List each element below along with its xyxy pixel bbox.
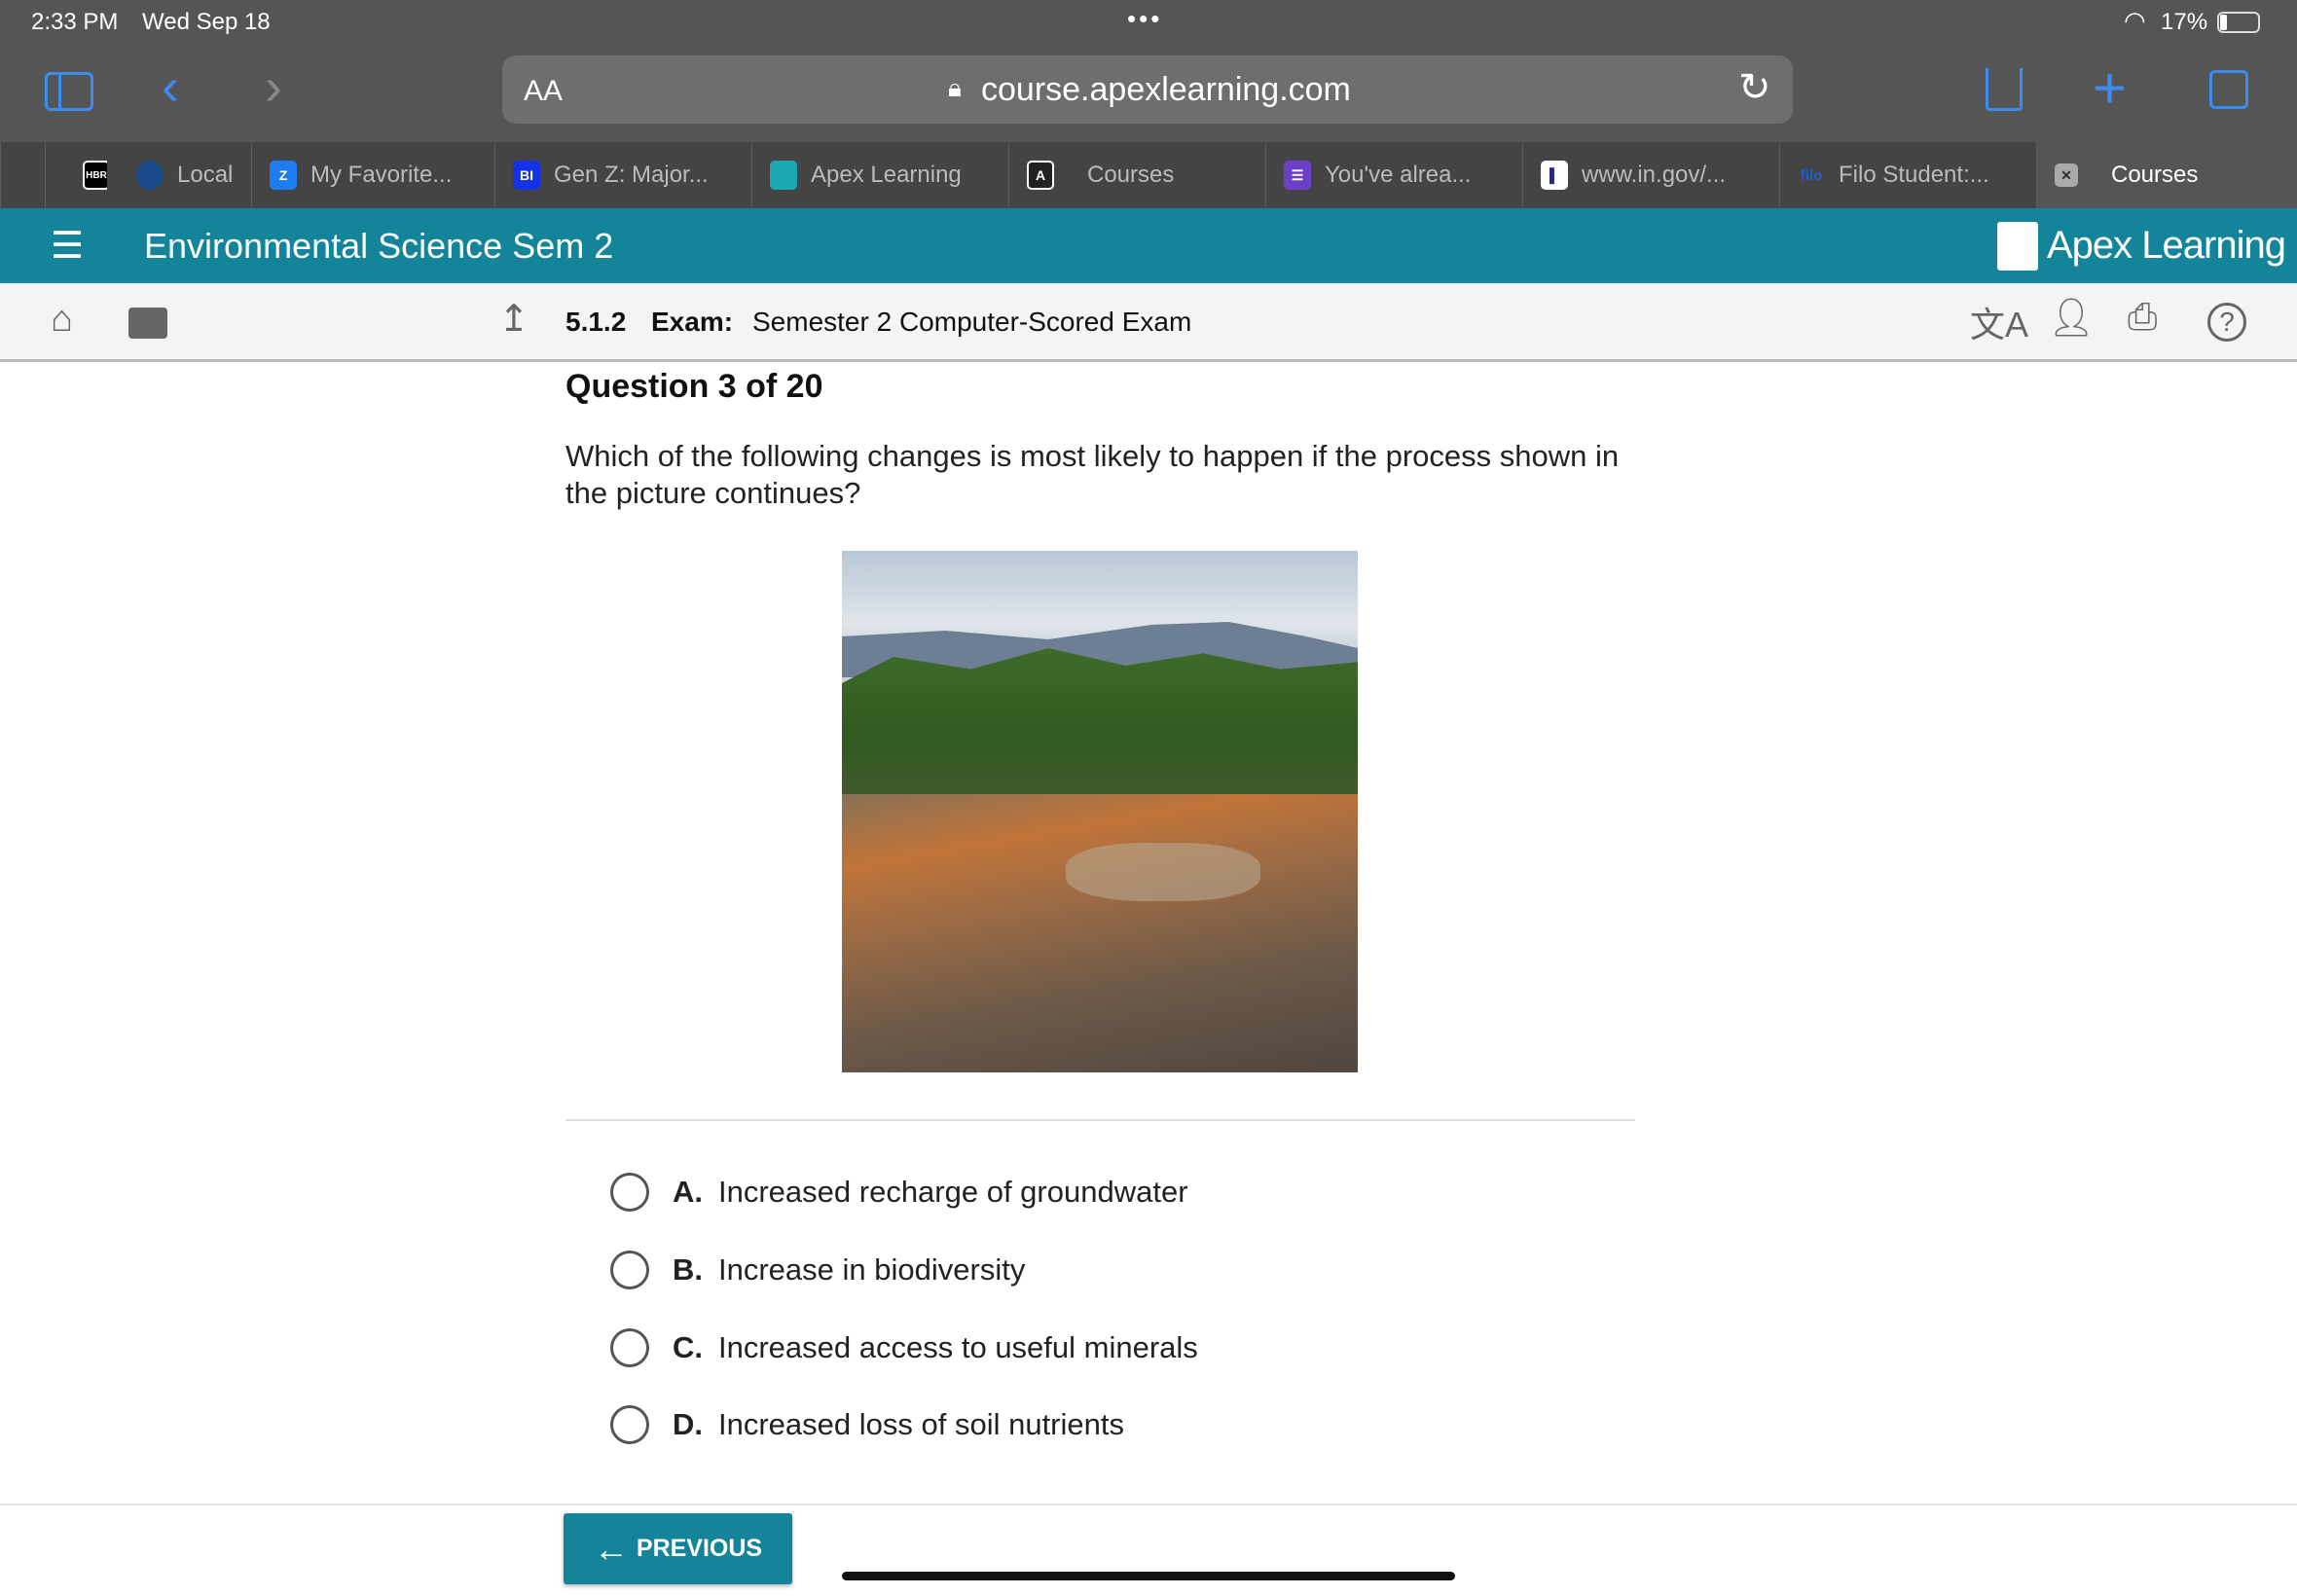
tab-label: Courses: [1087, 162, 1175, 188]
radio-button[interactable]: [610, 1173, 649, 1212]
tab-courses[interactable]: A Courses: [1008, 142, 1265, 208]
tab-label: You've alrea...: [1325, 162, 1472, 188]
wifi-icon: ◠: [2124, 6, 2146, 35]
option-text: Increase in biodiversity: [718, 1252, 1026, 1287]
tab-label: Local: [177, 162, 234, 188]
multitask-dots-icon[interactable]: •••: [1127, 4, 1162, 34]
tab-filo[interactable]: filo Filo Student:...: [1779, 142, 2036, 208]
tab-hbr[interactable]: HBR: [45, 142, 107, 208]
option-text: Increased recharge of groundwater: [718, 1175, 1188, 1209]
radio-button[interactable]: [610, 1405, 649, 1444]
tab-local[interactable]: Local: [107, 142, 251, 208]
radio-button[interactable]: [610, 1251, 649, 1289]
time: 2:33 PM: [31, 9, 119, 35]
date: Wed Sep 18: [142, 9, 271, 35]
activity-title: Semester 2 Computer-Scored Exam: [752, 307, 1192, 337]
tab-courses-active[interactable]: ✕ Courses: [2036, 142, 2297, 208]
tab-gen-z[interactable]: BI Gen Z: Major...: [494, 142, 751, 208]
tab-label: Apex Learning: [811, 162, 962, 188]
bi-favicon-icon: BI: [513, 161, 540, 190]
apex-logo-icon: [1997, 222, 2038, 271]
radio-button[interactable]: [610, 1328, 649, 1367]
print-icon[interactable]: ⎙: [2128, 297, 2157, 339]
option-c[interactable]: C. Increased access to useful minerals: [610, 1328, 1198, 1367]
zillow-favicon-icon: Z: [270, 161, 297, 190]
home-icon[interactable]: ⌂: [51, 299, 73, 341]
sidebar-toggle-icon[interactable]: [45, 72, 93, 111]
forward-icon[interactable]: ›: [265, 56, 282, 117]
option-letter: C.: [673, 1330, 703, 1364]
status-bar: 2:33 PM Wed Sep 18 ••• ◠ 17%: [0, 0, 2297, 47]
activity-type: Exam:: [651, 307, 734, 337]
tab-label: Courses: [2111, 162, 2199, 188]
battery-percent: 17%: [2161, 9, 2208, 35]
option-letter: A.: [673, 1175, 703, 1209]
option-letter: D.: [673, 1407, 703, 1441]
up-arrow-icon[interactable]: ↥: [498, 297, 529, 341]
list-favicon-icon: ☰: [1284, 161, 1311, 190]
tab-my-favorite[interactable]: Z My Favorite...: [251, 142, 494, 208]
url-text[interactable]: course.apexlearning.com: [981, 71, 1351, 109]
option-d[interactable]: D. Increased loss of soil nutrients: [610, 1405, 1124, 1444]
footer-bar: [0, 1504, 2297, 1596]
activity-number: 5.1.2: [565, 307, 627, 337]
close-tab-icon[interactable]: ✕: [2055, 163, 2078, 187]
divider: [565, 1119, 1635, 1121]
browser-toolbar: ‹ › AA 🔒︎ course.apexlearning.com ↻ +: [0, 47, 2297, 142]
tab-spacer: [0, 142, 45, 208]
back-icon[interactable]: ‹: [162, 56, 179, 117]
filo-favicon-icon: filo: [1800, 166, 1823, 184]
tabs-overview-icon[interactable]: [2209, 70, 2248, 109]
apex-favicon-icon: [770, 161, 797, 190]
tab-label: Gen Z: Major...: [554, 162, 709, 188]
hbr-favicon-icon: HBR: [83, 161, 107, 190]
local-favicon-icon: [136, 161, 164, 190]
new-tab-icon[interactable]: +: [2093, 54, 2127, 122]
address-bar[interactable]: AA 🔒︎ course.apexlearning.com ↻: [502, 55, 1793, 124]
option-a[interactable]: A. Increased recharge of groundwater: [610, 1173, 1188, 1212]
option-b[interactable]: B. Increase in biodiversity: [610, 1251, 1025, 1289]
a-favicon-icon: A: [1027, 161, 1054, 190]
help-icon[interactable]: ?: [2207, 303, 2246, 342]
battery-icon: [2217, 12, 2260, 33]
tab-youve-already[interactable]: ☰ You've alrea...: [1265, 142, 1522, 208]
tab-label: www.in.gov/...: [1582, 162, 1727, 188]
question-text: Which of the following changes is most l…: [565, 439, 1620, 510]
activity-toolbar: ⌂ ↥ 5.1.2 Exam: Semester 2 Computer-Scor…: [0, 283, 2297, 362]
home-indicator[interactable]: [842, 1572, 1455, 1580]
translate-icon[interactable]: 文A: [1970, 297, 2028, 347]
deforestation-photo: [842, 551, 1358, 1072]
option-text: Increased loss of soil nutrients: [718, 1407, 1124, 1441]
tab-label: My Favorite...: [310, 162, 453, 188]
in-gov-favicon-icon: ▌: [1541, 161, 1568, 190]
option-text: Increased access to useful minerals: [718, 1330, 1198, 1364]
apex-logo-text: Apex Learning: [2047, 224, 2286, 267]
reload-icon[interactable]: ↻: [1738, 65, 1771, 110]
tab-label: Filo Student:...: [1839, 162, 1989, 188]
share-icon[interactable]: [1986, 68, 2023, 111]
briefcase-icon[interactable]: [128, 308, 167, 339]
text-size-button[interactable]: AA: [524, 75, 563, 108]
tab-apex-learning[interactable]: Apex Learning: [751, 142, 1008, 208]
tab-bar: HBR Local Z My Favorite... BI Gen Z: Major…: [0, 142, 2297, 208]
previous-label: PREVIOUS: [636, 1535, 763, 1562]
previous-button[interactable]: ← PREVIOUS: [564, 1513, 792, 1584]
course-header: ☰ Environmental Science Sem 2 Apex Learn…: [0, 208, 2297, 283]
arrow-left-icon: ←: [593, 1528, 629, 1569]
question-title: Question 3 of 20: [565, 368, 823, 405]
option-letter: B.: [673, 1252, 703, 1287]
lock-icon: 🔒︎: [948, 73, 962, 102]
list-icon[interactable]: ☰: [51, 224, 84, 268]
read-aloud-icon[interactable]: 👤︎: [2048, 297, 2095, 340]
tab-in-gov[interactable]: ▌ www.in.gov/...: [1522, 142, 1779, 208]
course-title: Environmental Science Sem 2: [144, 226, 614, 266]
